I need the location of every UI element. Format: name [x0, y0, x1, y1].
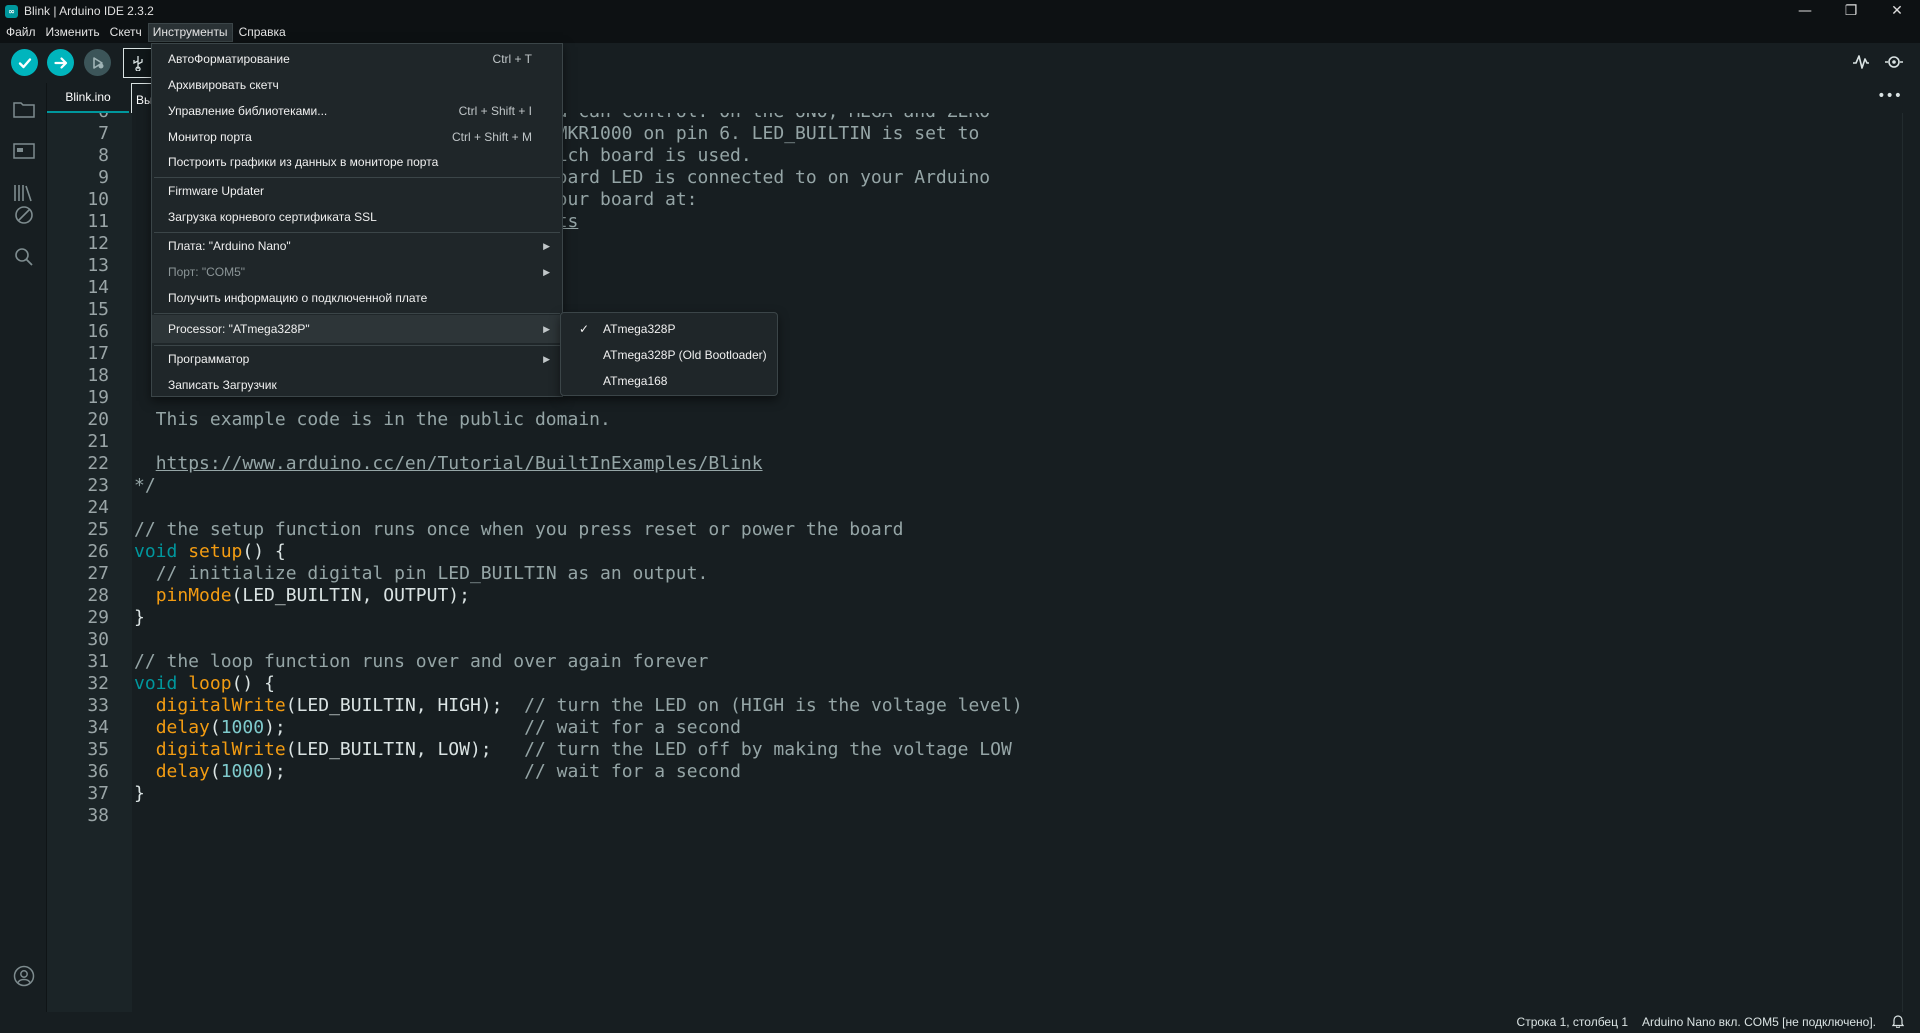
serial-monitor-button[interactable] [1884, 53, 1904, 76]
more-actions-icon[interactable]: ••• [1877, 88, 1902, 104]
menu-item-label: Firmware Updater [168, 184, 265, 198]
submenu-arrow-icon: ▶ [543, 266, 550, 277]
menu-item-serial-monitor[interactable]: Монитор порта Ctrl + Shift + M [152, 125, 562, 149]
menu-item-shortcut: Ctrl + Shift + I [458, 104, 532, 118]
menu-help[interactable]: Справка [235, 23, 290, 42]
board-status[interactable]: Arduino Nano вкл. COM5 [не подключено]. [1642, 1015, 1876, 1029]
debug-sidebar-icon[interactable] [12, 203, 36, 227]
upload-button[interactable] [47, 49, 74, 76]
menu-item-serial-plotter[interactable]: Построить графики из данных в мониторе п… [152, 150, 562, 174]
menu-item-label: Построить графики из данных в мониторе п… [168, 155, 439, 169]
menu-item-manage-libraries[interactable]: Управление библиотеками... Ctrl + Shift … [152, 99, 562, 123]
minimize-button[interactable]: — [1782, 0, 1828, 22]
serial-plotter-button[interactable] [1852, 53, 1870, 76]
menu-edit[interactable]: Изменить [42, 23, 104, 42]
menu-bar: Файл Изменить Скетч Инструменты Справка [0, 22, 1920, 43]
debug-button[interactable] [84, 49, 111, 76]
monitor-icon [1885, 56, 1903, 68]
tab-blink-ino[interactable]: Blink.ino [47, 83, 129, 113]
editor-scrollbar[interactable] [1902, 113, 1920, 1012]
account-icon[interactable] [12, 964, 36, 988]
processor-option-label: ATmega168 [603, 374, 668, 388]
menu-item-burn-bootloader[interactable]: Записать Загрузчик [152, 373, 562, 397]
menu-item-label: Программатор [168, 352, 250, 366]
bell-icon[interactable] [1891, 1014, 1905, 1031]
menu-item-label: Записать Загрузчик [168, 378, 277, 392]
menu-item-label: Загрузка корневого сертификата SSL [168, 210, 377, 224]
menu-item-label: Processor: "ATmega328P" [168, 322, 310, 336]
menu-item-board[interactable]: Плата: "Arduino Nano" ▶ [152, 234, 562, 258]
menu-item-processor[interactable]: Processor: "ATmega328P" ▶ [152, 315, 562, 343]
menu-item-programmer[interactable]: Программатор ▶ [152, 347, 562, 371]
debug-icon [92, 56, 103, 69]
board-selector[interactable] [123, 48, 153, 78]
cursor-position[interactable]: Строка 1, столбец 1 [1517, 1015, 1628, 1029]
menu-item-archive-sketch[interactable]: Архивировать скетч [152, 73, 562, 97]
processor-option-atmega168[interactable]: ATmega168 [561, 368, 777, 394]
menu-separator [154, 345, 560, 346]
processor-option-label: ATmega328P (Old Bootloader) [603, 348, 767, 362]
submenu-arrow-icon: ▶ [543, 353, 550, 364]
submenu-arrow-icon: ▶ [543, 323, 550, 334]
menu-item-label: Плата: "Arduino Nano" [168, 239, 291, 253]
left-sidebar [0, 83, 47, 1013]
check-icon: ✓ [579, 322, 590, 336]
menu-item-ssl-certificate[interactable]: Загрузка корневого сертификата SSL [152, 205, 562, 229]
menu-item-label: Получить информацию о подключенной плате [168, 291, 428, 305]
menu-tools[interactable]: Инструменты [147, 23, 233, 42]
usb-icon [133, 56, 143, 71]
window-title: Blink | Arduino IDE 2.3.2 [24, 4, 154, 18]
menu-item-label: АвтоФорматирование [168, 52, 290, 66]
menu-file[interactable]: Файл [2, 23, 40, 42]
menu-item-label: Монитор порта [168, 130, 252, 144]
plotter-icon [1853, 55, 1869, 69]
status-bar: Строка 1, столбец 1 Arduino Nano вкл. CO… [0, 1012, 1920, 1033]
boards-manager-icon[interactable] [12, 139, 36, 163]
sketchbook-icon[interactable] [12, 97, 36, 121]
menu-separator [154, 313, 560, 314]
close-button[interactable]: ✕ [1874, 0, 1920, 22]
menu-item-label: Управление библиотеками... [168, 104, 328, 118]
processor-option-atmega328p-old[interactable]: ATmega328P (Old Bootloader) [561, 342, 777, 368]
arduino-logo-icon: ∞ [5, 4, 18, 18]
menu-item-label: Порт: "COM5" [168, 265, 246, 279]
arrow-right-icon [53, 56, 67, 69]
menu-separator [154, 232, 560, 233]
processor-option-label: ATmega328P [603, 322, 676, 336]
menu-item-shortcut: Ctrl + Shift + M [451, 130, 532, 144]
menu-item-shortcut: Ctrl + T [492, 52, 532, 66]
library-manager-icon[interactable] [12, 181, 36, 205]
search-icon[interactable] [12, 245, 36, 269]
processor-submenu: ✓ ATmega328P ATmega328P (Old Bootloader)… [560, 312, 778, 396]
restore-button[interactable]: ❐ [1828, 0, 1874, 22]
title-bar: ∞ Blink | Arduino IDE 2.3.2 — ❐ ✕ [0, 0, 1920, 22]
menu-item-label: Архивировать скетч [168, 78, 279, 92]
line-number: 38 [87, 805, 109, 826]
check-icon [18, 57, 31, 68]
window-controls: — ❐ ✕ [1782, 0, 1920, 22]
menu-item-firmware-updater[interactable]: Firmware Updater [152, 179, 562, 203]
code-line[interactable]: 38 [47, 802, 1902, 829]
verify-button[interactable] [11, 49, 38, 76]
submenu-arrow-icon: ▶ [543, 240, 550, 251]
processor-option-atmega328p[interactable]: ✓ ATmega328P [561, 316, 777, 342]
menu-item-autoformat[interactable]: АвтоФорматирование Ctrl + T [152, 47, 562, 71]
tools-menu: АвтоФорматирование Ctrl + T Архивировать… [151, 43, 563, 397]
menu-item-board-info[interactable]: Получить информацию о подключенной плате [152, 286, 562, 310]
menu-sketch[interactable]: Скетч [106, 23, 146, 42]
menu-separator [154, 177, 560, 178]
menu-item-port: Порт: "COM5" ▶ [152, 260, 562, 284]
